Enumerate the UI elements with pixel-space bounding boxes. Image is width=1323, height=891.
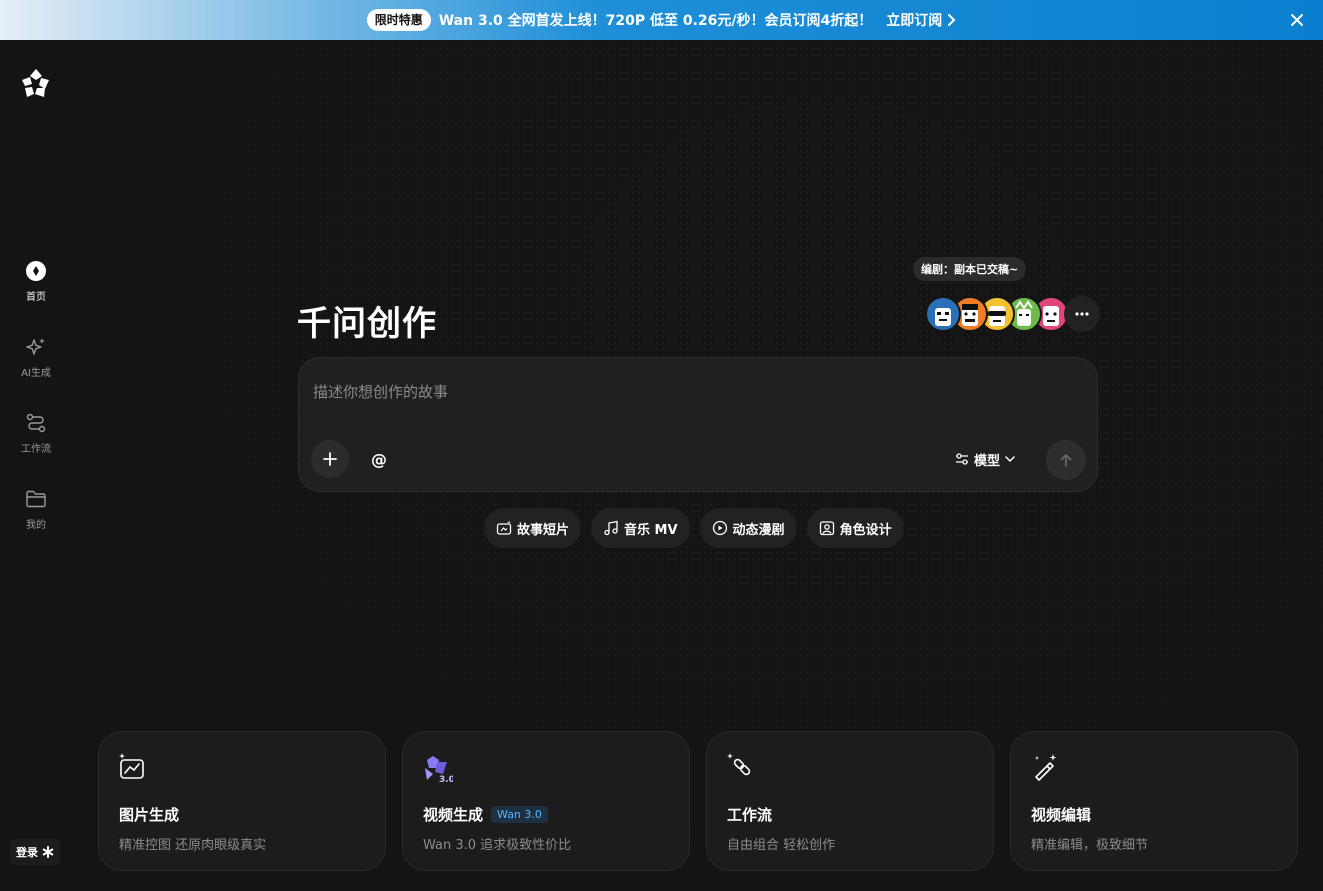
plus-icon bbox=[323, 452, 337, 466]
chip-label: 音乐 MV bbox=[624, 522, 678, 538]
add-attachment-button[interactable] bbox=[311, 440, 349, 478]
story-icon bbox=[496, 520, 512, 535]
image-chart-icon bbox=[119, 753, 144, 779]
chevron-down-icon bbox=[1005, 456, 1015, 463]
banner-close-button[interactable] bbox=[1287, 10, 1307, 30]
story-prompt-input[interactable] bbox=[313, 372, 1073, 412]
sidebar-item-ai-generate[interactable]: AI生成 bbox=[0, 336, 72, 400]
page-title: 千问创作 bbox=[297, 304, 437, 344]
folder-icon bbox=[26, 490, 46, 508]
model-select-label: 模型 bbox=[974, 453, 1001, 469]
card-title: 视频编辑 bbox=[1031, 804, 1091, 825]
card-title: 工作流 bbox=[727, 804, 772, 825]
asterisk-icon bbox=[42, 846, 54, 858]
chip-music-mv[interactable]: 音乐 MV bbox=[591, 508, 690, 548]
chip-label: 动态漫剧 bbox=[732, 522, 785, 538]
chip-label: 故事短片 bbox=[517, 522, 570, 538]
feature-cards: 图片生成 精准控图 还原肉眼级真实 3.0 视频生成 Wan 3.0 Wan 3… bbox=[98, 731, 1298, 871]
card-image-generation[interactable]: 图片生成 精准控图 还原肉眼级真实 bbox=[98, 731, 386, 871]
card-subtitle: Wan 3.0 追求极致性价比 bbox=[423, 838, 572, 853]
sparkle-icon bbox=[26, 338, 45, 355]
card-subtitle: 精准控图 还原肉眼级真实 bbox=[119, 838, 267, 853]
arrow-up-icon bbox=[1060, 453, 1072, 467]
prompt-box: @ 模型 bbox=[298, 357, 1098, 492]
promo-banner[interactable]: 限时特惠 Wan 3.0 全网首发上线！720P 低至 0.26元/秒！会员订阅… bbox=[0, 0, 1323, 40]
link-sparkle-icon bbox=[727, 753, 751, 776]
card-title-text: 工作流 bbox=[727, 806, 773, 824]
more-icon bbox=[1075, 312, 1089, 316]
model-select[interactable]: 模型 bbox=[955, 448, 1015, 470]
sidebar-item-label: 首页 bbox=[26, 292, 46, 303]
version-badge: Wan 3.0 bbox=[491, 806, 548, 823]
card-video-editing[interactable]: 视频编辑 精准编辑，极致细节 bbox=[1010, 731, 1298, 871]
portrait-icon bbox=[819, 521, 834, 536]
sidebar-item-workflow[interactable]: 工作流 bbox=[0, 412, 72, 476]
close-icon bbox=[1291, 14, 1303, 26]
chip-motion-comic[interactable]: 动态漫剧 bbox=[699, 508, 797, 548]
login-label: 登录 bbox=[16, 846, 38, 859]
card-workflow[interactable]: 工作流 自由组合 轻松创作 bbox=[706, 731, 994, 871]
app-logo[interactable] bbox=[18, 66, 54, 102]
quick-chips: 故事短片 音乐 MV 动态漫剧 角色设计 bbox=[484, 508, 904, 548]
play-circle-icon bbox=[712, 520, 727, 536]
sidebar-item-mine[interactable]: 我的 bbox=[0, 488, 72, 552]
wan-logo-icon: 3.0 bbox=[425, 756, 453, 784]
card-title-text: 视频编辑 bbox=[1031, 806, 1092, 824]
card-title: 视频生成 Wan 3.0 bbox=[423, 804, 548, 825]
banner-tag: 限时特惠 bbox=[366, 9, 431, 31]
agent-avatars[interactable] bbox=[925, 295, 1100, 333]
login-button[interactable]: 登录 bbox=[10, 839, 60, 865]
card-title-text: 视频生成 bbox=[423, 806, 484, 824]
card-video-generation[interactable]: 3.0 视频生成 Wan 3.0 Wan 3.0 追求极致性价比 bbox=[402, 731, 690, 871]
workflow-icon bbox=[26, 413, 46, 433]
writer-tooltip: 编剧：副本已交稿~ bbox=[913, 257, 1027, 281]
home-icon bbox=[26, 261, 46, 281]
svg-text:3.0: 3.0 bbox=[439, 775, 453, 784]
card-subtitle: 自由组合 轻松创作 bbox=[727, 838, 836, 853]
avatar[interactable] bbox=[925, 296, 961, 332]
sidebar-item-label: AI生成 bbox=[21, 368, 51, 379]
card-subtitle: 精准编辑，极致细节 bbox=[1031, 838, 1149, 853]
sidebar-item-label: 工作流 bbox=[21, 444, 51, 455]
magic-wand-icon bbox=[1035, 754, 1057, 781]
subscribe-link-label: 立即订阅 bbox=[886, 13, 943, 29]
chip-story-short[interactable]: 故事短片 bbox=[484, 508, 582, 548]
chip-character-design[interactable]: 角色设计 bbox=[806, 508, 904, 548]
send-button[interactable] bbox=[1046, 440, 1086, 480]
card-title: 图片生成 bbox=[119, 804, 179, 825]
chevron-right-icon bbox=[948, 14, 956, 26]
sliders-icon bbox=[956, 453, 968, 465]
sidebar-item-home[interactable]: 首页 bbox=[0, 260, 72, 324]
mention-button[interactable]: @ bbox=[367, 446, 391, 472]
chip-label: 角色设计 bbox=[839, 522, 892, 538]
subscribe-link[interactable]: 立即订阅 bbox=[886, 10, 956, 30]
more-avatars-button[interactable] bbox=[1064, 296, 1100, 332]
banner-text: Wan 3.0 全网首发上线！720P 低至 0.26元/秒！会员订阅4折起！ bbox=[438, 13, 873, 29]
sidebar: 首页 AI生成 工作流 我的 登录 bbox=[0, 40, 72, 891]
logo-icon bbox=[22, 69, 49, 97]
card-title-text: 图片生成 bbox=[119, 806, 180, 824]
music-icon bbox=[604, 520, 618, 536]
sidebar-item-label: 我的 bbox=[26, 520, 46, 531]
